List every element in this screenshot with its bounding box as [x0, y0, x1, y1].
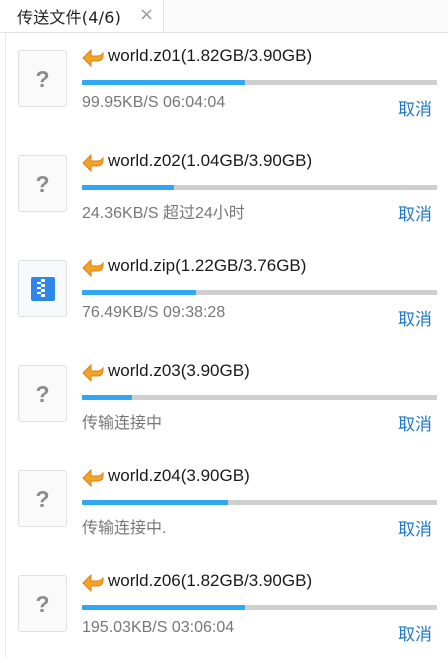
file-name: world.z01(1.82GB/3.90GB) [108, 46, 313, 65]
progress-bar [82, 185, 437, 190]
transfer-item: ? world.z06(1.82GB/3.90GB) 195.03KB/S 03… [0, 558, 448, 663]
file-name: world.z06(1.82GB/3.90GB) [108, 571, 313, 590]
arrow-left-icon [82, 364, 104, 382]
cancel-button[interactable]: 取消 [398, 305, 432, 330]
tab-transfer-files[interactable]: 传送文件(4/6) × [0, 0, 164, 32]
cancel-button[interactable]: 取消 [398, 95, 432, 120]
question-mark-icon: ? [35, 381, 50, 407]
transfer-item: ? world.z01(1.82GB/3.90GB) 99.95KB/S 06:… [0, 33, 448, 138]
progress-bar-fill [82, 500, 228, 505]
unknown-file-icon: ? [18, 470, 67, 527]
question-mark-icon: ? [35, 171, 50, 197]
transfer-status: 传输连接中 [82, 415, 163, 432]
progress-bar-fill [82, 290, 196, 295]
transfer-status: 99.95KB/S 06:04:04 [82, 94, 226, 111]
unknown-file-icon: ? [18, 365, 67, 422]
file-name: world.z02(1.04GB/3.90GB) [108, 151, 313, 170]
close-icon[interactable]: × [139, 5, 154, 25]
transfer-status: 76.49KB/S 09:38:28 [82, 304, 226, 321]
file-name: world.z03(3.90GB) [108, 361, 250, 380]
unknown-file-icon: ? [18, 155, 67, 212]
arrow-left-icon [82, 154, 104, 172]
question-mark-icon: ? [35, 66, 50, 92]
progress-bar-fill [82, 395, 132, 400]
file-name: world.zip(1.22GB/3.76GB) [108, 256, 307, 275]
transfer-item: world.zip(1.22GB/3.76GB) 76.49KB/S 09:38… [0, 243, 448, 348]
progress-bar [82, 395, 437, 400]
transfer-status: 195.03KB/S 03:06:04 [82, 619, 235, 636]
tab-bar: 传送文件(4/6) × [0, 0, 448, 33]
transfer-item: ? world.z02(1.04GB/3.90GB) 24.36KB/S 超过2… [0, 138, 448, 243]
cancel-button[interactable]: 取消 [398, 620, 432, 645]
cancel-button[interactable]: 取消 [398, 200, 432, 225]
unknown-file-icon: ? [18, 575, 67, 632]
transfer-status: 24.36KB/S 超过24小时 [82, 205, 245, 222]
transfer-status: 传输连接中. [82, 520, 167, 537]
file-name: world.z04(3.90GB) [108, 466, 250, 485]
progress-bar [82, 290, 437, 295]
progress-bar [82, 80, 437, 85]
progress-bar-fill [82, 185, 175, 190]
transfer-item: ? world.z04(3.90GB) 传输连接中. 取消 [0, 453, 448, 558]
arrow-left-icon [82, 574, 104, 592]
arrow-left-icon [82, 469, 104, 487]
arrow-left-icon [82, 259, 104, 277]
zip-file-icon [18, 260, 67, 317]
progress-bar [82, 500, 437, 505]
progress-bar-fill [82, 605, 246, 610]
zip-file-icon [31, 277, 55, 301]
progress-bar-fill [82, 80, 246, 85]
cancel-button[interactable]: 取消 [398, 515, 432, 540]
question-mark-icon: ? [35, 591, 50, 617]
tab-title: 传送文件(4/6) [17, 8, 122, 27]
cancel-button[interactable]: 取消 [398, 410, 432, 435]
unknown-file-icon: ? [18, 50, 67, 107]
arrow-left-icon [82, 49, 104, 67]
question-mark-icon: ? [35, 486, 50, 512]
transfer-item: ? world.z03(3.90GB) 传输连接中 取消 [0, 348, 448, 453]
progress-bar [82, 605, 437, 610]
